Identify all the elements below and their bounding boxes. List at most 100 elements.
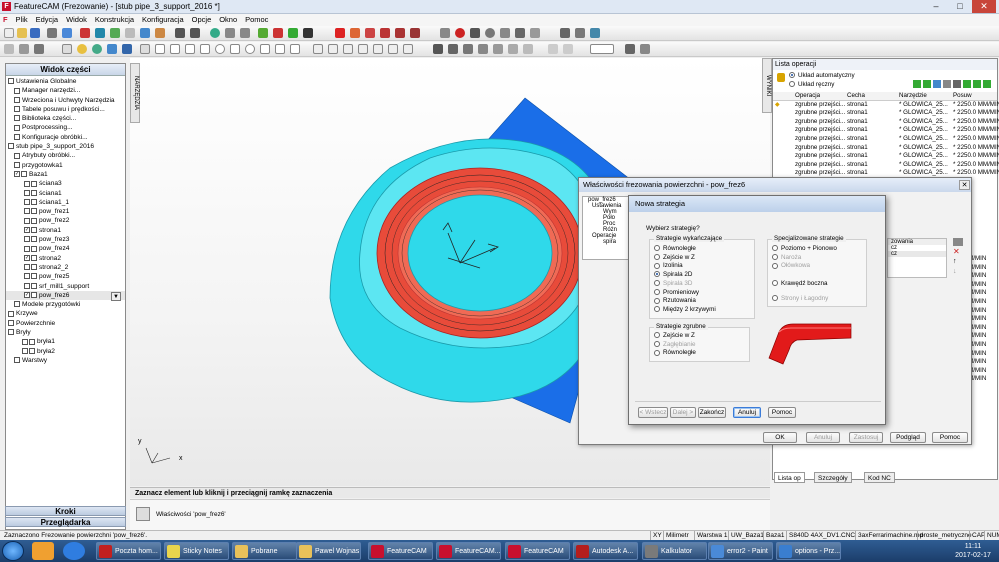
shade-icon[interactable] (92, 44, 102, 54)
circle-icon[interactable] (34, 44, 44, 54)
list-icon-7[interactable] (973, 80, 981, 88)
radio-circle[interactable] (654, 280, 660, 287)
tree-item[interactable]: Atrybuty obróbki... (6, 151, 125, 160)
radio-circle[interactable] (772, 295, 778, 302)
media-player-icon[interactable] (32, 542, 54, 560)
save-icon[interactable] (30, 28, 40, 38)
layer-icon[interactable] (590, 28, 600, 38)
radio-special-3[interactable]: Krawędź boczna (772, 280, 828, 288)
radio-circle[interactable] (654, 341, 660, 348)
scale-icon[interactable] (463, 44, 473, 54)
next-button[interactable]: Dalej > (670, 407, 696, 418)
menu-config[interactable]: Konfiguracja (139, 14, 187, 25)
pan-icon[interactable] (155, 28, 165, 38)
tree-checkbox[interactable] (24, 208, 30, 215)
tools-vertical-tab[interactable]: NARZĘDZIA (130, 63, 140, 123)
tree-item[interactable]: pow_frez4 (6, 244, 125, 253)
radio-finishing-6[interactable]: Rzutowania (654, 297, 696, 305)
apply-button[interactable]: Zastosuj (849, 432, 883, 443)
tree-checkbox[interactable]: ✓ (24, 254, 30, 261)
taskbar-item[interactable]: error2 - Paint (708, 542, 773, 560)
measure-icon[interactable] (560, 28, 570, 38)
tree-item[interactable]: strona2_2 (6, 263, 125, 272)
tree-checkbox[interactable] (24, 199, 30, 206)
table-row[interactable]: zgrubne przejści... strona1 * GLOWICA_25..… (773, 109, 999, 118)
radio-finishing-4[interactable]: Spirala 3D (654, 280, 692, 288)
tree-item[interactable]: Postprocessing... (6, 123, 125, 132)
list-icon-5[interactable] (953, 80, 961, 88)
radio-circle[interactable] (654, 288, 660, 295)
tree-item[interactable]: ściana3 (6, 179, 125, 188)
solid-tool-icon[interactable] (122, 44, 132, 54)
grid-icon[interactable] (62, 44, 72, 54)
tree-item[interactable]: Tabele posuwu i prędkości... (6, 105, 125, 114)
tree-item[interactable]: pow_frez5 (6, 272, 125, 281)
radio-circle[interactable] (654, 349, 660, 356)
radio-circle[interactable] (772, 280, 778, 287)
wireframe-icon[interactable] (440, 28, 450, 38)
col-feature[interactable]: Cecha (847, 92, 865, 101)
grid-cell-2[interactable]: cz (888, 251, 946, 257)
menu-edit[interactable]: Edycja (33, 14, 62, 25)
spline-icon[interactable] (500, 28, 510, 38)
tree-checkbox[interactable] (24, 264, 30, 271)
tree-item[interactable]: Konfiguracje obróbki... (6, 133, 125, 142)
list-icon-3[interactable] (933, 80, 941, 88)
undo-icon[interactable] (175, 28, 185, 38)
tab-nc-code[interactable]: Kod NC (864, 472, 895, 483)
taskbar-item[interactable]: FeatureCAM... (436, 542, 501, 560)
radio-special-4[interactable]: Strony i Łagodny (772, 295, 828, 303)
wizard-icon[interactable] (95, 28, 105, 38)
view-iso-icon[interactable] (365, 28, 375, 38)
rotate-icon[interactable] (448, 44, 458, 54)
radio-roughing-1[interactable]: Zagłębianie (654, 341, 696, 349)
tab-operation-list[interactable]: Lista op (774, 472, 805, 483)
back-button[interactable]: < Wstecz (638, 407, 668, 418)
col-tool[interactable]: Narzędzie (899, 92, 927, 101)
tree-checkbox[interactable] (22, 338, 28, 345)
tree-checkbox[interactable] (22, 347, 28, 354)
revolve-icon[interactable] (403, 44, 413, 54)
ok-button[interactable]: OK (763, 432, 797, 443)
tree-item[interactable]: przygotowka1 (6, 161, 125, 170)
grid-up-icon[interactable]: ↑ (953, 258, 963, 266)
grid-copy-icon[interactable] (953, 238, 963, 246)
radio-circle[interactable] (654, 271, 660, 278)
tree-item[interactable]: ✓ strona1 (6, 226, 125, 235)
properties-icon[interactable] (136, 507, 150, 521)
preview-button[interactable]: Podgląd (890, 432, 926, 443)
tree-item[interactable]: Manager narzędzi... (6, 86, 125, 95)
tree-checkbox[interactable] (24, 273, 30, 280)
tree-item[interactable]: pow_frez3 (6, 235, 125, 244)
ie-icon[interactable] (63, 542, 85, 560)
list-icon-4[interactable] (943, 80, 951, 88)
view-top-icon[interactable] (380, 28, 390, 38)
tree-item[interactable]: pow_frez2 (6, 216, 125, 225)
table-row[interactable]: zgrubne przejści... strona1 * GLOWICA_25..… (773, 152, 999, 161)
dimension-icon[interactable] (530, 28, 540, 38)
align-icon[interactable] (155, 44, 165, 54)
clock[interactable]: 11:11 2017-02-17 (951, 542, 995, 560)
table-row[interactable]: ◆ zgrubne przejści... strona1 * GLOWICA_25.… (773, 101, 999, 110)
copy-icon[interactable] (478, 44, 488, 54)
tree-item[interactable]: pow_frez1 (6, 207, 125, 216)
check-icon[interactable] (288, 28, 298, 38)
col-operation[interactable]: Operacja (795, 92, 820, 101)
taskbar-item[interactable]: Sticky Notes (164, 542, 229, 560)
extrude-icon[interactable] (388, 44, 398, 54)
view-orange-icon[interactable] (350, 28, 360, 38)
tree-item[interactable]: Krzywe (6, 309, 125, 318)
menu-help[interactable]: Pomoc (242, 14, 271, 25)
toolpath-icon[interactable] (258, 28, 268, 38)
zoom-out-icon[interactable] (640, 44, 650, 54)
radio-circle[interactable] (654, 254, 660, 261)
fillet-icon[interactable] (563, 44, 573, 54)
select-icon[interactable] (125, 28, 135, 38)
tangent-icon[interactable] (260, 44, 270, 54)
menu-window[interactable]: Okno (216, 14, 240, 25)
taskbar-item[interactable]: FeatureCAM (368, 542, 433, 560)
taskbar-item[interactable]: Pobrane (232, 542, 297, 560)
mirror-icon[interactable] (185, 44, 195, 54)
radio-special-1[interactable]: Naroża (772, 254, 801, 262)
menu-construct[interactable]: Konstrukcja (92, 14, 137, 25)
